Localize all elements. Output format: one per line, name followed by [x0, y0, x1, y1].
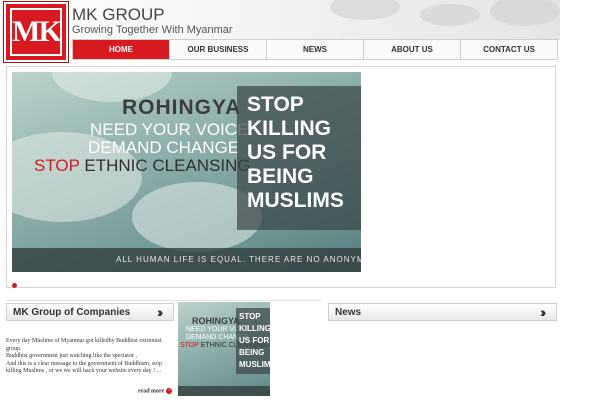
thumb-box-line: US FOR	[239, 336, 270, 345]
thumb-message-box: STOP KILLING US FOR BEING MUSLIMS	[236, 308, 270, 374]
company-name: MK GROUP	[72, 5, 165, 24]
thumb-box-line: MUSLIMS	[239, 360, 270, 369]
thumb-heading: ROHINGYA	[192, 316, 240, 326]
featured-thumbnail[interactable]: ROHINGYA NEED YOUR VOICE DEMAND CHANGE S…	[178, 302, 270, 396]
banner-box-line: US FOR	[247, 141, 327, 164]
banner-box-line: STOP	[247, 93, 304, 116]
read-more-link[interactable]: read more ›	[138, 388, 173, 395]
banner-line-voice: NEED YOUR VOICE	[90, 120, 249, 139]
banner-box-line: MUSLIMS	[247, 189, 344, 212]
thumb-box-line: KILLING	[239, 324, 270, 333]
banner-cleansing-text: ETHNIC CLEANSING	[79, 156, 251, 175]
nav-home[interactable]: HOME	[73, 40, 170, 59]
banner-stop-word: STOP	[34, 156, 80, 175]
thumb-stop-word: STOP	[180, 342, 199, 349]
double-chevron-right-icon: ››	[157, 304, 163, 320]
world-map-decoration	[420, 4, 480, 26]
banner-box-line: KILLING	[247, 117, 331, 140]
thumb-box-line: BEING	[239, 348, 265, 357]
world-map-decoration	[490, 0, 560, 26]
logo-text: MK	[10, 8, 62, 56]
world-map-decoration	[330, 0, 400, 20]
companies-text-line: Buddhist government just watching like t…	[6, 353, 137, 359]
site-header: MK GROUP Growing Together With Myanmar	[0, 0, 560, 40]
banner-box-line: BEING	[247, 165, 314, 188]
read-more-label: read more	[138, 388, 165, 395]
companies-body: Every day Muslims of Myanmar got killedb…	[6, 338, 176, 376]
thumb-caption-strip	[178, 386, 270, 396]
thumb-box-line: STOP	[239, 312, 261, 321]
mk-logo[interactable]: MK	[4, 2, 68, 62]
divider	[6, 300, 322, 301]
companies-text-line: Every day Muslims of Myanmar got killedb…	[6, 338, 162, 352]
slide-indicator-dot[interactable]	[12, 283, 17, 288]
circle-arrow-icon: ›	[166, 388, 173, 394]
companies-section-header: MK Group of Companies ››	[6, 303, 174, 321]
companies-section-title: MK Group of Companies	[13, 307, 131, 318]
nav-contact-us[interactable]: CONTACT US	[461, 40, 557, 59]
slideshow-banner[interactable]: ROHINGYA NEED YOUR VOICE DEMAND CHANGE S…	[12, 72, 361, 272]
banner-heading: ROHINGYA	[122, 96, 242, 119]
main-navigation: HOME OUR BUSINESS NEWS ABOUT US CONTACT …	[72, 39, 558, 60]
banner-line-cleansing: STOP ETHNIC CLEANSING	[34, 156, 251, 176]
banner-message-box: STOP KILLING US FOR BEING MUSLIMS	[237, 86, 361, 230]
banner-caption: ALL HUMAN LIFE IS EQUAL. THERE ARE NO AN…	[12, 248, 361, 272]
news-section-title: News	[335, 307, 362, 318]
news-section-header: News ››	[328, 303, 557, 321]
double-chevron-right-icon: ››	[540, 304, 546, 320]
nav-our-business[interactable]: OUR BUSINESS	[170, 40, 267, 59]
companies-text-line: And this is a clear message to the gover…	[6, 360, 162, 375]
banner-line-change: DEMAND CHANGE	[88, 138, 240, 157]
nav-news[interactable]: NEWS	[267, 40, 364, 59]
nav-about-us[interactable]: ABOUT US	[364, 40, 461, 59]
company-slogan: Growing Together With Myanmar	[72, 24, 233, 36]
